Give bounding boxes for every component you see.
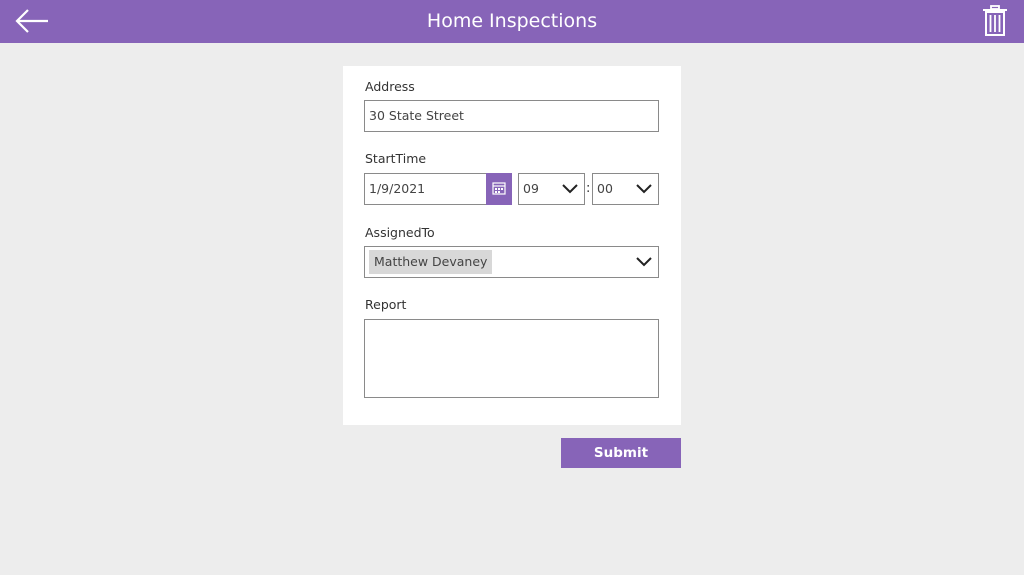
submit-button[interactable]: Submit <box>561 438 681 468</box>
start-time-label: StartTime <box>365 151 427 166</box>
report-label: Report <box>365 297 407 312</box>
start-date-input[interactable]: 1/9/2021 <box>364 173 512 205</box>
time-separator: : <box>586 181 591 196</box>
date-picker-button[interactable] <box>486 173 512 205</box>
address-input[interactable]: 30 State Street <box>364 100 659 132</box>
back-button[interactable] <box>12 6 52 36</box>
calendar-icon <box>492 182 506 195</box>
chevron-down-icon <box>636 184 652 194</box>
hour-select[interactable]: 09 <box>518 173 585 205</box>
minute-value: 00 <box>597 181 613 196</box>
trash-icon <box>983 5 1007 36</box>
arrow-left-icon <box>15 9 48 33</box>
delete-button[interactable] <box>980 4 1010 38</box>
assigned-to-combobox[interactable]: Matthew Devaney <box>364 246 659 278</box>
start-date-value: 1/9/2021 <box>369 181 426 196</box>
assignee-chip[interactable]: Matthew Devaney <box>369 250 493 274</box>
app-header: Home Inspections <box>0 0 1024 43</box>
inspection-form: Address 30 State Street StartTime 1/9/20… <box>343 66 681 425</box>
hour-value: 09 <box>523 181 539 196</box>
address-label: Address <box>365 79 415 94</box>
chevron-down-icon <box>562 184 578 194</box>
report-textarea[interactable] <box>364 319 659 398</box>
page-title: Home Inspections <box>426 10 598 32</box>
minute-select[interactable]: 00 <box>592 173 659 205</box>
assigned-to-label: AssignedTo <box>365 225 435 240</box>
chevron-down-icon <box>636 257 652 267</box>
